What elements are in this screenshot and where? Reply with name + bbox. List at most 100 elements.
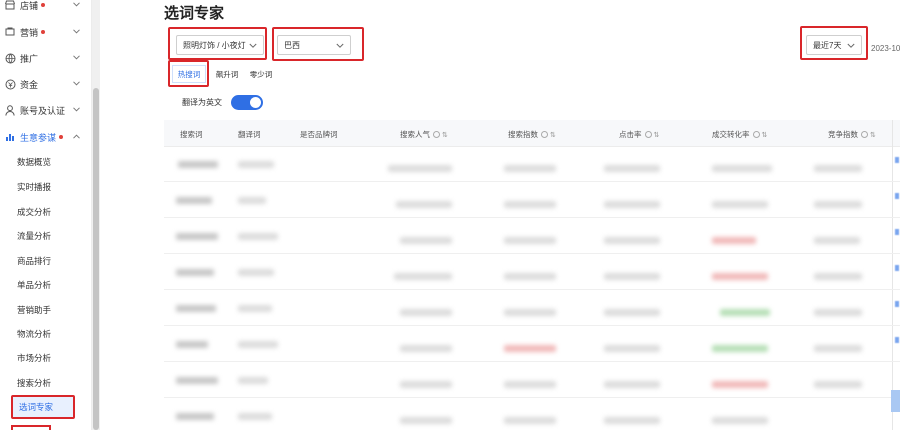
blurred-cell [238, 197, 266, 204]
sidebar-subitem-keyword-expert[interactable]: 选词专家 [11, 395, 75, 419]
translate-label: 翻译为英文 [182, 98, 222, 107]
blurred-cell [504, 201, 556, 208]
page-title: 选词专家 [164, 5, 225, 22]
chevron-down-icon [72, 0, 80, 8]
table-row[interactable] [164, 363, 900, 398]
row-action-link[interactable] [895, 229, 899, 235]
sidebar-subitem-traffic-analysis[interactable]: 流量分析 [17, 226, 51, 246]
info-icon[interactable] [861, 131, 868, 138]
info-icon[interactable] [752, 131, 760, 138]
sidebar-item-shop[interactable]: 店铺 [0, 0, 92, 16]
blurred-cell [712, 273, 768, 280]
blurred-cell [396, 201, 452, 208]
info-icon[interactable] [644, 131, 652, 138]
sidebar-subitem-realtime[interactable]: 实时播报 [17, 177, 51, 197]
blurred-cell [814, 345, 862, 352]
blurred-cell [504, 417, 556, 424]
blurred-cell [238, 233, 278, 240]
blurred-cell [400, 381, 452, 388]
chevron-down-icon [72, 105, 80, 113]
coin-icon [4, 78, 16, 90]
sort-icon[interactable]: ⇅ [870, 131, 876, 139]
tab-rare-keywords[interactable]: 零少词 [245, 65, 277, 83]
blurred-cell [400, 345, 452, 352]
column-header-competition[interactable]: 竞争指数 ⇅ [828, 129, 876, 140]
table-row[interactable] [164, 291, 900, 326]
sidebar-subitem-data-overview[interactable]: 数据概览 [17, 152, 51, 172]
blurred-cell [814, 165, 862, 172]
row-action-link[interactable] [895, 301, 899, 307]
table-row[interactable] [164, 255, 900, 290]
table-row[interactable] [164, 399, 900, 430]
notification-dot [59, 135, 64, 139]
sort-icon[interactable]: ⇅ [550, 131, 556, 139]
sidebar-item-label: 生意参谋 [20, 132, 57, 143]
column-header-label: 点击率 [619, 130, 642, 139]
sidebar-item-business-advisor[interactable]: 生意参谋 [0, 126, 92, 148]
sidebar-subitem-item-analysis[interactable]: 单品分析 [17, 275, 51, 295]
row-action-link[interactable] [895, 337, 899, 343]
blurred-cell [504, 237, 556, 244]
sidebar-subitem-sales-analysis[interactable]: 成交分析 [17, 202, 51, 222]
sidebar-subitem-product-ranking[interactable]: 商品排行 [17, 251, 51, 271]
blurred-cell [238, 377, 268, 384]
blurred-cell [176, 197, 212, 204]
sort-icon[interactable]: ⇅ [762, 131, 768, 139]
row-action-link[interactable] [895, 193, 899, 199]
column-header-search-popularity[interactable]: 搜索人气 ⇅ [400, 129, 448, 140]
translate-toggle[interactable] [231, 95, 263, 110]
sidebar-item-marketing[interactable]: 营销 [0, 21, 92, 43]
table-row[interactable] [164, 219, 900, 254]
globe-icon [4, 52, 16, 64]
user-icon [4, 104, 16, 116]
blurred-cell [238, 341, 278, 348]
info-icon[interactable] [541, 131, 548, 138]
sidebar-subitem-search-analysis[interactable]: 搜索分析 [17, 373, 51, 393]
blurred-cell [712, 237, 756, 244]
sidebar-subitem-logistics[interactable]: 物流分析 [17, 324, 51, 344]
blurred-cell [814, 201, 862, 208]
date-range-text: 2023-10- [871, 44, 900, 53]
column-header-brand: 是否品牌词 [300, 129, 338, 140]
row-action-link[interactable] [895, 157, 899, 163]
blurred-cell [712, 381, 768, 388]
sort-icon[interactable]: ⇅ [654, 131, 660, 139]
sidebar-subitem-market-analysis[interactable]: 市场分析 [17, 348, 51, 368]
table-row[interactable] [164, 183, 900, 218]
chart-icon [4, 131, 16, 143]
sort-icon[interactable]: ⇅ [442, 131, 448, 139]
blurred-cell [178, 161, 218, 168]
blurred-cell [604, 309, 660, 316]
blurred-cell [712, 165, 772, 172]
sidebar-scrollbar[interactable] [92, 0, 100, 430]
blurred-cell [394, 273, 452, 280]
blurred-cell [604, 237, 660, 244]
column-header-keyword: 搜索词 [180, 129, 203, 140]
blurred-cell [176, 413, 214, 420]
table-row[interactable] [164, 327, 900, 362]
sidebar-item-label: 资金 [20, 79, 39, 90]
info-icon[interactable] [433, 131, 440, 138]
blurred-cell [176, 305, 216, 312]
blurred-cell [604, 345, 660, 352]
sidebar-item-account[interactable]: 账号及认证 [0, 99, 92, 121]
scrollbar-thumb[interactable] [93, 88, 99, 430]
blurred-cell [238, 161, 274, 168]
blurred-cell [400, 309, 452, 316]
blurred-cell [388, 165, 452, 172]
sidebar-item-label: 推广 [20, 53, 39, 64]
row-highlight-edge [891, 390, 900, 412]
column-header-search-index[interactable]: 搜索指数 ⇅ [508, 129, 556, 140]
column-header-ctr[interactable]: 点击率 ⇅ [619, 129, 659, 140]
blurred-cell [238, 269, 274, 276]
table-row[interactable] [164, 147, 900, 182]
sidebar-subitem-marketing-assistant[interactable]: 营销助手 [17, 300, 51, 320]
tab-rising-keywords[interactable]: 飙升词 [211, 65, 243, 83]
sidebar-subitem-partial [11, 425, 51, 430]
column-header-conversion[interactable]: 成交转化率 ⇅ [712, 129, 767, 140]
blurred-cell [720, 309, 770, 316]
row-action-link[interactable] [895, 265, 899, 271]
blurred-cell [604, 381, 660, 388]
sidebar-item-funds[interactable]: 资金 [0, 73, 92, 95]
sidebar-item-promotion[interactable]: 推广 [0, 47, 92, 69]
